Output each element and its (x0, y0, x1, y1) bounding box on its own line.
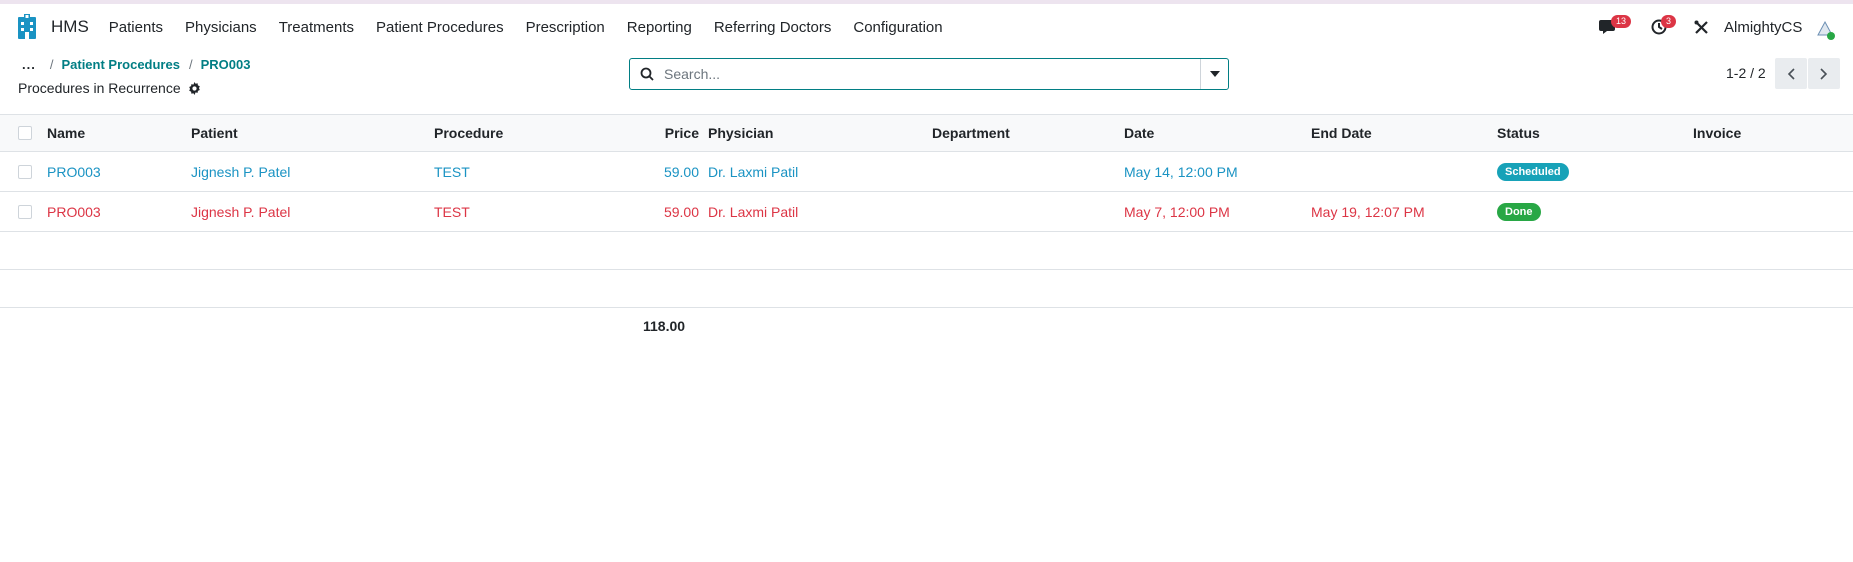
pager-next-button[interactable] (1808, 58, 1840, 89)
row-checkbox[interactable] (18, 164, 32, 179)
breadcrumb-item-pro003[interactable]: PRO003 (201, 57, 251, 72)
menu-item-treatments[interactable]: Treatments (268, 19, 365, 36)
user-name[interactable]: AlmightyCS (1724, 19, 1802, 36)
menu-item-patients[interactable]: Patients (98, 19, 174, 36)
cell-name: PRO003 (47, 163, 101, 180)
select-all-checkbox[interactable] (18, 126, 32, 140)
breadcrumb-separator: / (188, 57, 193, 72)
column-header-physician[interactable]: Physician (708, 115, 773, 151)
tools-icon (1694, 20, 1708, 34)
menu-item-patient-procedures[interactable]: Patient Procedures (365, 19, 515, 36)
cell-physician: Dr. Laxmi Patil (708, 203, 799, 220)
column-header-date[interactable]: Date (1124, 115, 1154, 151)
row-checkbox-cell (18, 192, 32, 231)
messaging-menu[interactable]: 13 (1599, 4, 1632, 50)
pager-previous-button[interactable] (1775, 58, 1807, 89)
cell-price: 59.00 (663, 163, 699, 180)
column-header-procedure[interactable]: Procedure (434, 115, 503, 151)
cell-patient: Jignesh P. Patel (191, 203, 291, 220)
menu-item-configuration[interactable]: Configuration (842, 19, 953, 36)
menu-item-prescription[interactable]: Prescription (515, 19, 616, 36)
cell-date: May 14, 12:00 PM (1124, 163, 1238, 180)
hospital-icon (18, 14, 36, 39)
menu-item-referring-doctors[interactable]: Referring Doctors (703, 19, 843, 36)
search-options-toggle[interactable] (1200, 59, 1228, 89)
table-row[interactable]: PRO003 Jignesh P. Patel TEST 59.00 Dr. L… (0, 152, 1853, 192)
row-checkbox-cell (18, 152, 32, 191)
table-row-empty (0, 232, 1853, 270)
breadcrumb-item-patient-procedures[interactable]: Patient Procedures (61, 57, 180, 72)
cell-name: PRO003 (47, 203, 101, 220)
column-header-name[interactable]: Name (47, 115, 85, 151)
cell-physician: Dr. Laxmi Patil (708, 163, 799, 180)
pager-value[interactable]: 1-2 / 2 (1726, 65, 1766, 81)
search-bar (629, 58, 1229, 90)
cell-procedure: TEST (434, 203, 470, 220)
main-menu: Patients Physicians Treatments Patient P… (98, 19, 954, 36)
search-icon (640, 67, 654, 81)
caret-down-icon (1209, 71, 1220, 77)
status-badge: Done (1497, 202, 1541, 221)
app-brand[interactable]: HMS (17, 14, 89, 40)
cell-patient: Jignesh P. Patel (191, 163, 291, 180)
table-row[interactable]: PRO003 Jignesh P. Patel TEST 59.00 Dr. L… (0, 192, 1853, 232)
view-title-text: Procedures in Recurrence (18, 80, 181, 96)
column-header-invoice[interactable]: Invoice (1693, 115, 1741, 151)
column-header-status[interactable]: Status (1497, 115, 1540, 151)
column-header-end-date[interactable]: End Date (1311, 115, 1372, 151)
avatar[interactable] (1815, 20, 1835, 40)
chevron-right-icon (1820, 67, 1828, 80)
row-checkbox[interactable] (18, 204, 32, 219)
breadcrumb-more-button[interactable]: ... (22, 57, 36, 72)
app-name: HMS (51, 17, 89, 36)
cell-procedure: TEST (434, 163, 470, 180)
menu-item-reporting[interactable]: Reporting (616, 19, 703, 36)
cell-status: Scheduled (1497, 152, 1569, 191)
breadcrumb: ... / Patient Procedures / PRO003 (22, 57, 250, 72)
gear-icon[interactable] (188, 81, 201, 95)
table-row-empty (0, 270, 1853, 308)
main-navbar: HMS Patients Physicians Treatments Patie… (0, 4, 1853, 50)
view-title: Procedures in Recurrence (18, 80, 201, 96)
cell-status: Done (1497, 192, 1541, 231)
breadcrumb-separator: / (49, 57, 54, 72)
select-all-checkbox-cell (18, 115, 32, 151)
cell-date: May 7, 12:00 PM (1124, 203, 1230, 220)
column-header-patient[interactable]: Patient (191, 115, 238, 151)
procedures-table: Name Patient Procedure Price Physician D… (0, 114, 1853, 308)
column-header-price[interactable]: Price (640, 115, 699, 151)
price-total: 118.00 (643, 318, 686, 334)
menu-item-physicians[interactable]: Physicians (174, 19, 268, 36)
column-header-department[interactable]: Department (932, 115, 1010, 151)
activities-count-badge: 3 (1661, 15, 1677, 28)
debug-tools[interactable] (1694, 4, 1709, 50)
chevron-left-icon (1787, 67, 1795, 80)
status-badge: Scheduled (1497, 162, 1569, 181)
table-header: Name Patient Procedure Price Physician D… (0, 114, 1853, 152)
search-input[interactable] (664, 66, 1204, 82)
cell-end-date: May 19, 12:07 PM (1311, 203, 1425, 220)
messages-count-badge: 13 (1611, 15, 1632, 28)
cell-price: 59.00 (663, 203, 699, 220)
activity-menu[interactable]: 3 (1651, 4, 1677, 50)
